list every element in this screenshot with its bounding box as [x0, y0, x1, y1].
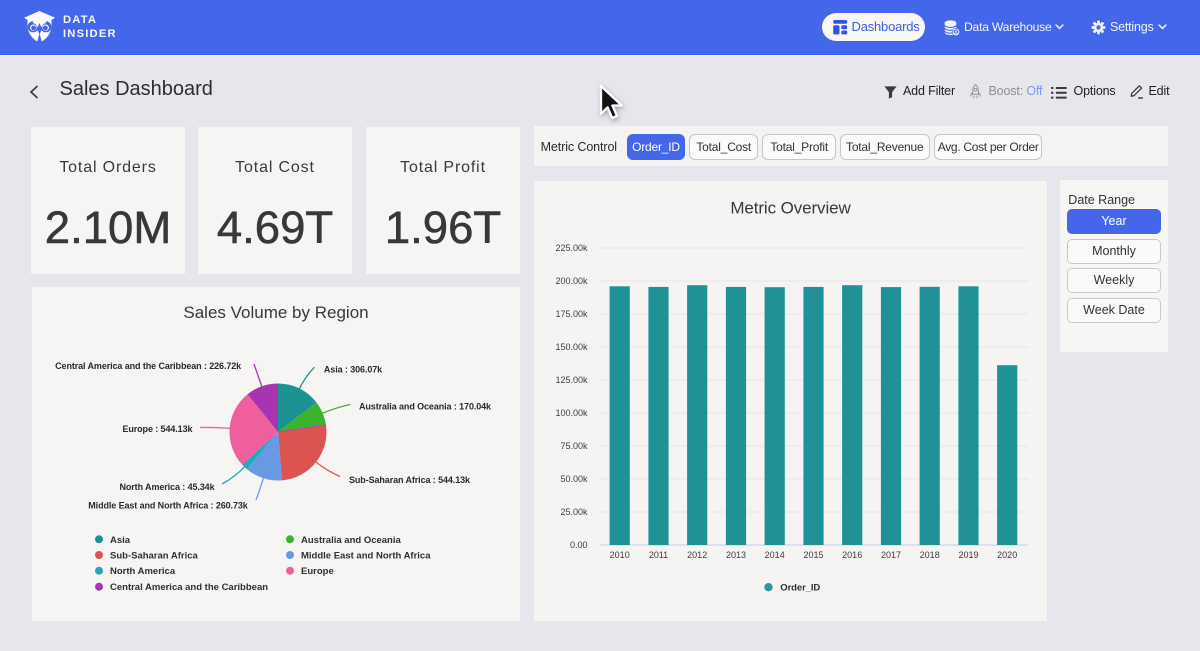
svg-text:Asia : 306.07k: Asia : 306.07k	[324, 364, 383, 374]
svg-text:North America: North America	[110, 566, 176, 577]
svg-text:50.00k: 50.00k	[560, 474, 588, 484]
svg-text:Order_ID: Order_ID	[780, 583, 820, 594]
svg-text:Middle East and North Africa: Middle East and North Africa	[301, 551, 431, 562]
svg-text:Sub-Saharan Africa : 544.13k: Sub-Saharan Africa : 544.13k	[349, 475, 471, 485]
svg-text:200.00k: 200.00k	[555, 276, 588, 286]
svg-text:Central America and the Caribb: Central America and the Caribbean : 226.…	[55, 361, 242, 371]
svg-text:Asia: Asia	[110, 535, 131, 546]
svg-text:0.00: 0.00	[570, 540, 588, 550]
svg-text:Sub-Saharan Africa: Sub-Saharan Africa	[110, 551, 199, 562]
svg-text:150.00k: 150.00k	[555, 342, 588, 352]
svg-text:Sales Volume by Region: Sales Volume by Region	[183, 303, 368, 322]
svg-text:175.00k: 175.00k	[555, 309, 588, 319]
svg-text:2012: 2012	[687, 550, 707, 560]
svg-text:Australia and Oceania: Australia and Oceania	[301, 535, 402, 546]
svg-text:2010: 2010	[610, 550, 630, 560]
svg-text:2016: 2016	[842, 550, 862, 560]
svg-text:Middle East and North Africa :: Middle East and North Africa : 260.73k	[88, 500, 249, 510]
svg-text:2017: 2017	[881, 550, 901, 560]
svg-text:2019: 2019	[958, 550, 978, 560]
svg-text:125.00k: 125.00k	[555, 375, 588, 385]
svg-text:Europe: Europe	[301, 566, 334, 577]
svg-text:North America : 45.34k: North America : 45.34k	[119, 482, 215, 492]
svg-text:2018: 2018	[920, 550, 940, 560]
svg-text:Australia and Oceania : 170.04: Australia and Oceania : 170.04k	[359, 401, 492, 411]
svg-text:Europe : 544.13k: Europe : 544.13k	[122, 424, 193, 434]
svg-text:75.00k: 75.00k	[560, 441, 588, 451]
svg-text:2011: 2011	[649, 550, 668, 560]
svg-text:225.00k: 225.00k	[555, 243, 588, 253]
svg-text:2013: 2013	[726, 550, 746, 560]
svg-text:100.00k: 100.00k	[555, 408, 588, 418]
svg-text:Metric Overview: Metric Overview	[730, 199, 851, 218]
svg-text:Central America and the Caribb: Central America and the Caribbean	[110, 582, 268, 593]
svg-text:25.00k: 25.00k	[560, 507, 588, 517]
svg-text:2015: 2015	[803, 550, 823, 560]
svg-text:2020: 2020	[997, 550, 1017, 560]
svg-text:2014: 2014	[765, 550, 785, 560]
